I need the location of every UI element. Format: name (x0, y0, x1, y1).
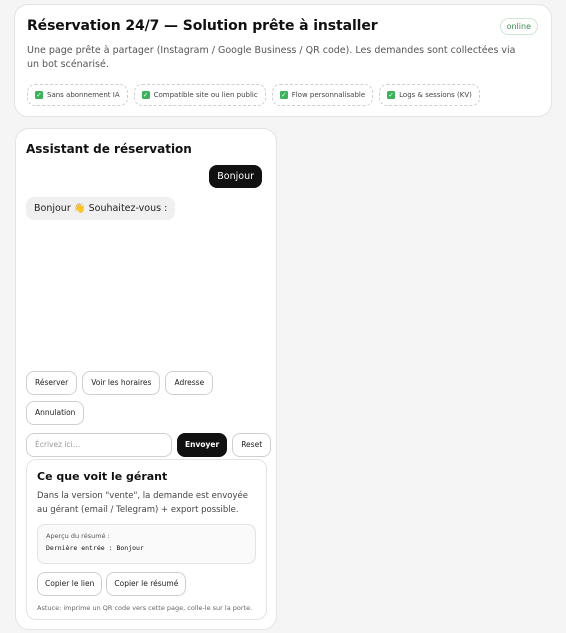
feature-chip: ✓ Flow personnalisable (271, 84, 374, 106)
status-badge: online (499, 18, 538, 35)
booking-assistant-card: Assistant de réservation Bonjour Bonjour… (15, 128, 277, 630)
chat-title: Assistant de réservation (26, 142, 192, 156)
check-icon: ✓ (279, 91, 288, 99)
feature-chip: ✓ Sans abonnement IA (27, 84, 128, 106)
feature-chip-label: Compatible site ou lien public (153, 91, 258, 99)
copy-link-button[interactable]: Copier le lien (37, 572, 103, 596)
feature-chips: ✓ Sans abonnement IA ✓ Compatible site o… (27, 84, 539, 106)
quick-reply-cancel-button[interactable]: Annulation (26, 401, 85, 425)
quick-reply-reserve-button[interactable]: Réserver (26, 371, 78, 395)
summary-label: Aperçu du résumé : (46, 532, 110, 540)
check-icon: ✓ (141, 91, 150, 99)
reset-button[interactable]: Reset (232, 433, 272, 457)
summary-text: Dernière entrée : Bonjour (46, 544, 144, 552)
summary-preview-box: Aperçu du résumé : Dernière entrée : Bon… (37, 524, 256, 564)
copy-summary-button[interactable]: Copier le résumé (106, 572, 187, 596)
header-description: Une page prête à partager (Instagram / G… (27, 45, 516, 70)
user-message-bubble: Bonjour (209, 165, 262, 188)
feature-chip-label: Sans abonnement IA (47, 91, 120, 99)
bot-message-bubble: Bonjour 👋 Souhaitez-vous : (26, 197, 176, 220)
tip-text: Astuce: imprime un QR code vers cette pa… (37, 604, 253, 612)
chat-input-row: Écrivez ici… Envoyer Reset (26, 433, 272, 457)
manager-title: Ce que voit le gérant (37, 470, 168, 483)
header-card: Réservation 24/7 — Solution prête à inst… (14, 4, 552, 117)
manager-view-card: Ce que voit le gérant Dans la version "v… (26, 459, 267, 620)
check-icon: ✓ (35, 91, 43, 99)
manager-description: Dans la version "vente", la demande est … (37, 491, 248, 515)
copy-actions-row: Copier le lien Copier le résumé (37, 572, 256, 596)
send-button[interactable]: Envoyer (177, 433, 228, 457)
quick-replies-row: Annulation (26, 401, 85, 425)
feature-chip: ✓ Compatible site ou lien public (133, 84, 266, 106)
quick-replies-row: Réserver Voir les horaires Adresse (26, 371, 214, 395)
quick-reply-address-button[interactable]: Adresse (165, 371, 214, 395)
page-title: Réservation 24/7 — Solution prête à inst… (27, 18, 378, 34)
feature-chip-label: Flow personnalisable (291, 91, 366, 99)
quick-reply-hours-button[interactable]: Voir les horaires (82, 371, 161, 395)
chat-message-input[interactable]: Écrivez ici… (26, 433, 172, 457)
feature-chip-label: Logs & sessions (KV) (399, 91, 472, 99)
check-icon: ✓ (387, 91, 396, 99)
feature-chip: ✓ Logs & sessions (KV) (379, 84, 480, 106)
